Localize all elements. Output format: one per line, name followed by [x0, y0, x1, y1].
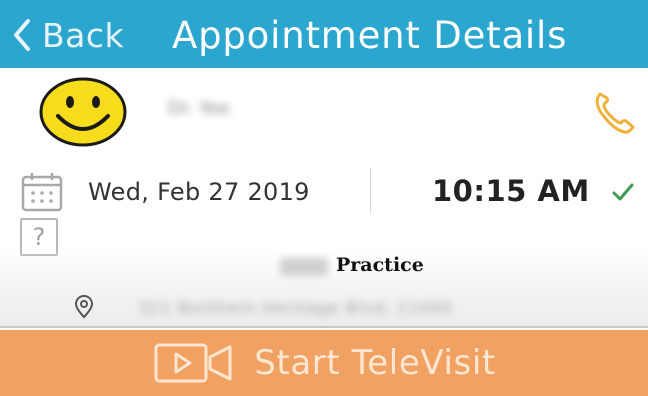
location-pin-icon: [74, 294, 94, 319]
back-label: Back: [42, 15, 125, 55]
smiley-face-icon: [39, 77, 127, 147]
provider-row: Dr. Yee: [0, 68, 648, 160]
practice-row: Practice: [0, 250, 648, 282]
bottom-divider: [0, 326, 648, 328]
provider-name: Dr. Yee: [168, 98, 230, 119]
address-row: 321 Northern Heritage Blvd, 11000: [0, 292, 648, 324]
practice-address[interactable]: 321 Northern Heritage Blvd, 11000: [138, 298, 453, 317]
phone-icon[interactable]: [590, 88, 638, 136]
chevron-left-icon: [14, 19, 30, 51]
video-camera-icon: [154, 343, 232, 383]
practice-name-redacted: [280, 258, 328, 276]
start-televisit-label: Start TeleVisit: [254, 343, 496, 383]
page-title: Appointment Details: [172, 14, 568, 57]
header-bar: Back Appointment Details: [0, 0, 648, 68]
start-televisit-button[interactable]: Start TeleVisit: [0, 330, 648, 396]
back-button[interactable]: Back: [12, 14, 124, 56]
appointment-datetime-row: Wed, Feb 27 2019 10:15 AM: [0, 160, 648, 218]
calendar-icon: [21, 173, 63, 212]
vertical-divider: [370, 168, 371, 214]
checkmark-icon: [612, 183, 634, 201]
appointment-date: Wed, Feb 27 2019: [88, 178, 310, 206]
appointment-time: 10:15 AM: [432, 174, 590, 208]
practice-name: Practice: [336, 254, 424, 276]
